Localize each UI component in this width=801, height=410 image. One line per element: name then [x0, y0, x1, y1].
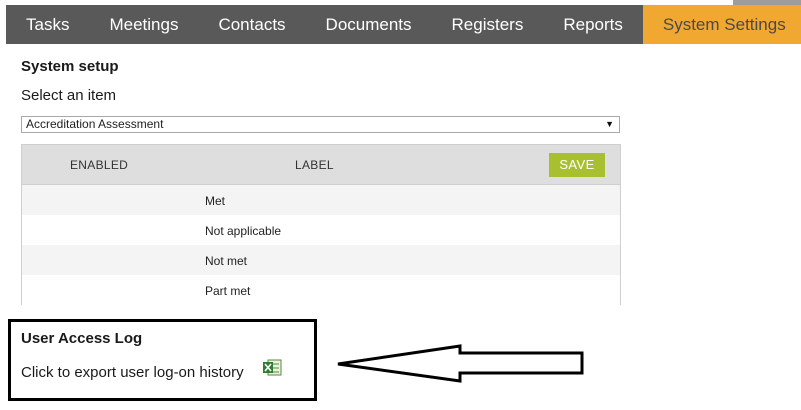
row-label: Not met — [205, 254, 248, 268]
table-row[interactable]: Met — [22, 185, 620, 215]
select-label: Select an item — [21, 87, 117, 104]
table-row[interactable]: Part met — [22, 275, 620, 305]
excel-icon[interactable] — [262, 359, 282, 376]
pointer-arrow-icon — [337, 344, 584, 383]
tab-reports[interactable]: Reports — [543, 5, 643, 44]
section-title: System setup — [21, 58, 119, 75]
row-label: Part met — [205, 284, 251, 298]
tab-system-settings[interactable]: System Settings — [642, 5, 801, 44]
row-label: Met — [205, 194, 226, 208]
tab-meetings[interactable]: Meetings — [89, 5, 198, 44]
tab-documents[interactable]: Documents — [306, 5, 432, 44]
tab-registers[interactable]: Registers — [432, 5, 544, 44]
header-enabled: ENABLED — [70, 158, 129, 172]
header-label: LABEL — [295, 158, 334, 172]
item-select-value: Accreditation Assessment — [26, 117, 164, 131]
item-select[interactable]: Accreditation Assessment ▼ — [21, 116, 620, 133]
tab-tasks[interactable]: Tasks — [6, 5, 89, 44]
settings-table: ENABLED LABEL SAVE Met Not applicable No… — [21, 144, 621, 305]
row-label: Not applicable — [205, 224, 282, 238]
table-header: ENABLED LABEL SAVE — [22, 145, 620, 185]
save-button[interactable]: SAVE — [549, 153, 605, 177]
user-access-log-title: User Access Log — [21, 330, 143, 347]
main-nav: Tasks Meetings Contacts Documents Regist… — [6, 5, 801, 44]
export-log-link[interactable]: Click to export user log-on history — [21, 364, 244, 381]
dropdown-arrow-icon[interactable]: ▼ — [605, 117, 614, 132]
table-row[interactable]: Not met — [22, 245, 620, 275]
table-row[interactable]: Not applicable — [22, 215, 620, 245]
tab-contacts[interactable]: Contacts — [198, 5, 305, 44]
